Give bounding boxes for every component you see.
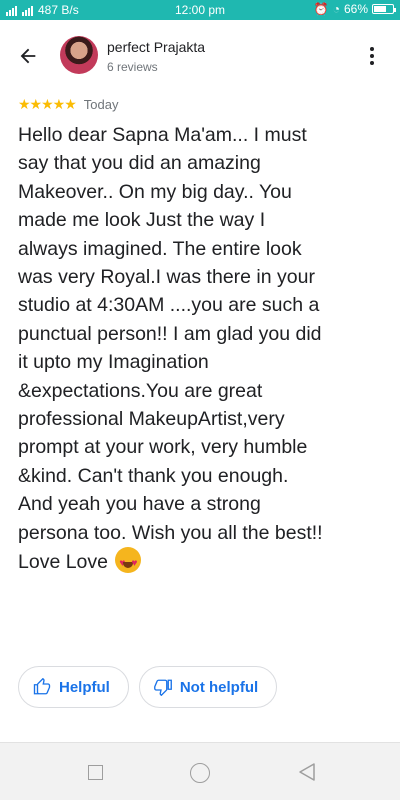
reviewer-review-count: 6 reviews: [107, 60, 158, 74]
thumbs-up-icon: [33, 678, 51, 695]
review-body: Hello dear Sapna Ma'am... I must say tha…: [18, 121, 392, 578]
heart-eyes-emoji-icon: [115, 547, 142, 578]
not-helpful-label: Not helpful: [179, 678, 259, 696]
star-rating: ★★★★★: [18, 96, 77, 112]
more-options-icon[interactable]: [362, 42, 382, 70]
review-text: Hello dear Sapna Ma'am... I must say tha…: [18, 124, 323, 574]
thumbs-down-icon: [153, 679, 172, 696]
not-helpful-button[interactable]: Not helpful: [138, 666, 278, 708]
arrow-back-icon: [20, 48, 36, 64]
home-icon[interactable]: [190, 763, 210, 783]
rating-row: ★★★★★ Today: [18, 96, 118, 113]
reviewer-name[interactable]: perfect Prajakta: [107, 39, 205, 55]
recent-apps-icon[interactable]: [88, 765, 103, 780]
battery-icon: [372, 4, 396, 14]
status-bar: 487 B/s 12:00 pm ⏰ ◔ 66%: [0, 0, 400, 20]
helpful-label: Helpful: [59, 678, 110, 696]
wifi-icon: ◔: [332, 2, 340, 16]
review-date: Today: [83, 97, 119, 112]
system-nav-bar: [0, 742, 400, 800]
alarm-icon: ⏰: [313, 2, 329, 16]
status-right: ⏰ ◔ 66%: [313, 2, 396, 16]
back-button[interactable]: [14, 42, 42, 70]
avatar[interactable]: [60, 36, 98, 74]
battery-percent: 66%: [343, 2, 368, 16]
nav-back-icon[interactable]: [298, 762, 316, 782]
review-header: perfect Prajakta 6 reviews: [0, 20, 400, 92]
helpful-button[interactable]: Helpful: [18, 666, 129, 708]
review-actions: Helpful Not helpful: [18, 666, 278, 708]
